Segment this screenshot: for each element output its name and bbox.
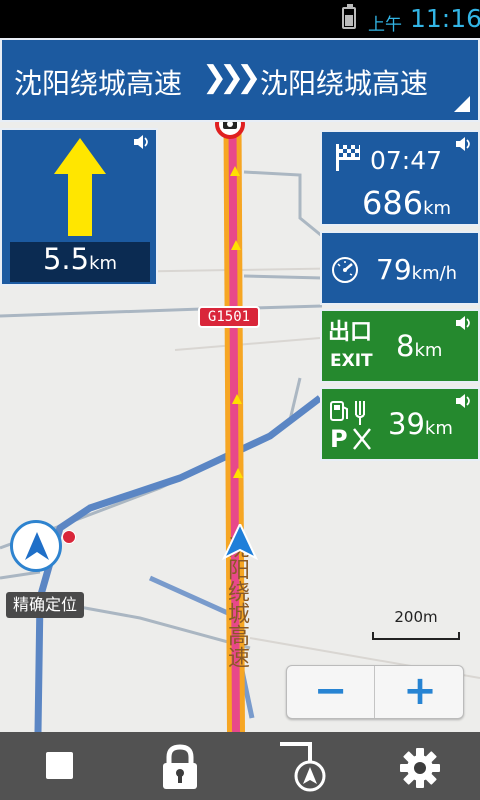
gps-badge-icon [62, 530, 76, 544]
current-speed-unit: km/h [411, 263, 458, 284]
zoom-out-button[interactable]: − [287, 666, 375, 718]
eta-panel[interactable]: 07:47 686km [320, 130, 480, 226]
stop-button[interactable] [12, 732, 108, 800]
service-distance-value: 39 [388, 407, 425, 441]
speaker-icon[interactable] [132, 134, 150, 150]
remaining-distance-value: 686 [362, 184, 424, 222]
status-bar: 上午 11:16 [0, 0, 480, 38]
svg-text:P: P [330, 425, 348, 451]
map-scale-bar [372, 632, 460, 640]
map-scale-label: 200m [394, 608, 438, 626]
lock-button[interactable] [132, 732, 228, 800]
zoom-controls: − + [286, 665, 464, 719]
highway-shield: G1501 [198, 306, 260, 328]
exit-chinese-label: 出口 [328, 320, 373, 345]
direction-arrows: ❯❯❯ [202, 60, 261, 95]
battery-icon [342, 4, 356, 29]
settings-icon [400, 748, 440, 788]
lock-icon [163, 744, 197, 789]
next-road-name: 沈阳绕城高速 [260, 67, 429, 100]
bottom-toolbar [0, 732, 480, 800]
speaker-icon[interactable] [454, 136, 472, 152]
speaker-icon[interactable] [454, 393, 472, 409]
service-area-panel[interactable]: P 39km [320, 387, 480, 461]
locate-button[interactable] [10, 520, 62, 572]
turn-distance-unit: km [89, 253, 118, 274]
straight-arrow-icon [54, 138, 106, 236]
remaining-distance-unit: km [423, 198, 452, 219]
remaining-distance: 686km [362, 184, 451, 222]
expand-corner-icon[interactable] [454, 96, 470, 112]
zoom-in-button[interactable]: + [376, 666, 464, 718]
map-scale: 200m [372, 608, 460, 642]
checkered-flag-icon [336, 144, 360, 171]
service-distance-unit: km [424, 418, 453, 439]
locate-arrow-icon [25, 532, 49, 560]
locate-label[interactable]: 精确定位 [6, 592, 84, 618]
current-position-icon [222, 524, 258, 561]
service-area-icon: P [330, 401, 371, 451]
speaker-icon[interactable] [454, 315, 472, 331]
road-direction-banner: 沈阳绕城高速 ❯❯❯ 沈阳绕城高速 [0, 38, 480, 122]
turn-distance-value: 5.5 [42, 242, 90, 276]
stop-icon [46, 752, 73, 779]
turn-distance: 5.5km [10, 242, 150, 282]
current-road-name: 沈阳绕城高速 [14, 67, 183, 100]
exit-distance-value: 8 [396, 329, 415, 363]
exit-distance-unit: km [414, 340, 443, 361]
speedometer-icon [332, 257, 358, 283]
arrival-time: 07:47 [370, 146, 443, 175]
status-clock: 11:16 [410, 4, 480, 33]
settings-button[interactable] [372, 732, 468, 800]
exit-distance: 8km [396, 329, 442, 363]
service-distance: 39km [388, 407, 453, 441]
route-overview-button[interactable] [262, 732, 358, 800]
status-ampm: 上午 [368, 15, 402, 35]
current-speed: 79km/h [376, 253, 457, 286]
exit-panel[interactable]: 出口 EXIT 8km [320, 309, 480, 383]
current-speed-value: 79 [376, 253, 412, 286]
route-icon [280, 742, 326, 792]
speed-panel[interactable]: 79km/h [320, 231, 480, 305]
turn-instruction-panel[interactable]: 5.5km [0, 128, 158, 286]
exit-english-label: EXIT [330, 351, 373, 371]
